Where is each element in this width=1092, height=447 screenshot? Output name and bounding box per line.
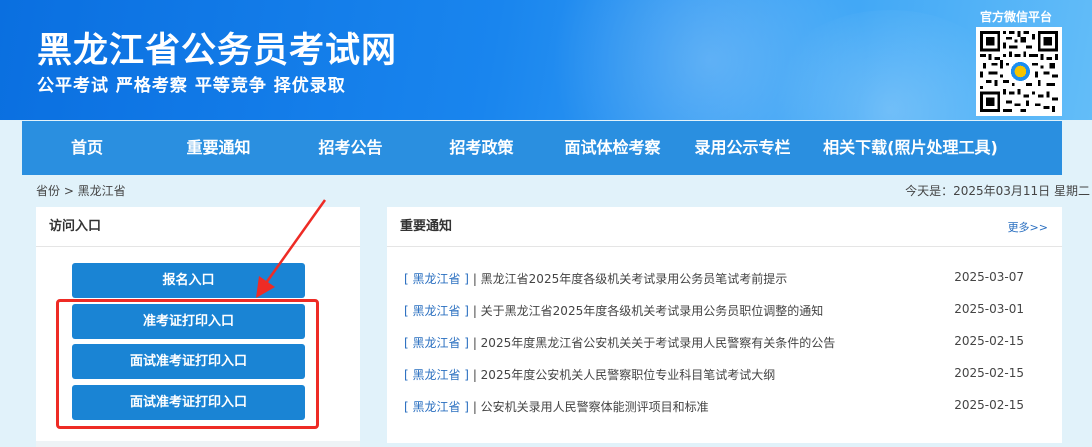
qr-code-icon [980, 31, 1058, 112]
news-item[interactable]: [ 黑龙江省 ] | 公安机关录用人民警察体能测评项目和标准 2025-02-1… [404, 398, 1044, 418]
news-item[interactable]: [ 黑龙江省 ] | 关于黑龙江省2025年度各级机关考试录用公务员职位调整的通… [404, 302, 1044, 322]
nav-item-announcements[interactable]: 招考公告 [285, 121, 416, 175]
panel-title-text: 重要通知 [400, 219, 453, 234]
wechat-title: 官方微信平台 [979, 10, 1052, 24]
news-tag[interactable]: [ 黑龙江省 ] [404, 272, 469, 286]
news-date: 2025-02-15 [954, 398, 1024, 412]
news-title[interactable]: | 2025年度公安机关人民警察职位专业科目笔试考试大纲 [469, 368, 775, 382]
interview-ticket-print-button-2[interactable]: 面试准考证打印入口 [72, 385, 305, 420]
nav-item-interview-exam[interactable]: 面试体检考察 [547, 121, 678, 175]
news-title[interactable]: | 2025年度黑龙江省公安机关关于考试录用人民警察有关条件的公告 [469, 336, 835, 350]
nav-item-notices[interactable]: 重要通知 [152, 121, 285, 175]
panel-title: 重要通知 更多>> [387, 207, 1062, 247]
news-date: 2025-02-15 [954, 366, 1024, 380]
access-entry-panel: 访问入口 报名入口 准考证打印入口 面试准考证打印入口 面试准考证打印入口 [36, 207, 360, 447]
admission-ticket-print-button[interactable]: 准考证打印入口 [72, 304, 305, 339]
news-item[interactable]: [ 黑龙江省 ] | 2025年度公安机关人民警察职位专业科目笔试考试大纲 20… [404, 366, 1044, 386]
breadcrumb[interactable]: 省份 > 黑龙江省 [36, 182, 126, 199]
more-link[interactable]: 更多>> [1008, 208, 1048, 248]
news-tag[interactable]: [ 黑龙江省 ] [404, 304, 469, 318]
news-title[interactable]: | 黑龙江省2025年度各级机关考试录用公务员笔试考前提示 [469, 272, 787, 286]
site-slogan: 公平考试 严格考察 平等竞争 择优录取 [37, 76, 346, 96]
news-title[interactable]: | 公安机关录用人民警察体能测评项目和标准 [469, 400, 709, 414]
today-date: 今天是：2025年03月11日 星期二 [905, 184, 1090, 198]
news-tag[interactable]: [ 黑龙江省 ] [404, 400, 469, 414]
news-date: 2025-03-01 [954, 302, 1024, 316]
news-date: 2025-03-07 [954, 270, 1024, 284]
nav-item-home[interactable]: 首页 [22, 121, 152, 175]
main-nav: 首页 重要通知 招考公告 招考政策 面试体检考察 录用公示专栏 相关下载(照片处… [22, 121, 1062, 175]
panel-title: 访问入口 [36, 207, 360, 247]
news-date: 2025-02-15 [954, 334, 1024, 348]
news-tag[interactable]: [ 黑龙江省 ] [404, 336, 469, 350]
site-title[interactable]: 黑龙江省公务员考试网 [37, 22, 397, 73]
site-header: 黑龙江省公务员考试网 公平考试 严格考察 平等竞争 择优录取 官方微信平台 [0, 0, 1092, 120]
news-tag[interactable]: [ 黑龙江省 ] [404, 368, 469, 382]
interview-ticket-print-button[interactable]: 面试准考证打印入口 [72, 344, 305, 379]
news-item[interactable]: [ 黑龙江省 ] | 2025年度黑龙江省公安机关关于考试录用人民警察有关条件的… [404, 334, 1044, 354]
registration-entry-button[interactable]: 报名入口 [72, 263, 305, 298]
important-notices-panel: 重要通知 更多>> [ 黑龙江省 ] | 黑龙江省2025年度各级机关考试录用公… [387, 207, 1062, 443]
nav-item-policies[interactable]: 招考政策 [416, 121, 547, 175]
panel-footer [36, 441, 360, 447]
news-title[interactable]: | 关于黑龙江省2025年度各级机关考试录用公务员职位调整的通知 [469, 304, 823, 318]
wechat-qr-code [976, 27, 1062, 116]
nav-item-hiring-publicity[interactable]: 录用公示专栏 [678, 121, 807, 175]
news-item[interactable]: [ 黑龙江省 ] | 黑龙江省2025年度各级机关考试录用公务员笔试考前提示 2… [404, 270, 1044, 290]
nav-item-downloads[interactable]: 相关下载(照片处理工具) [807, 121, 1014, 175]
